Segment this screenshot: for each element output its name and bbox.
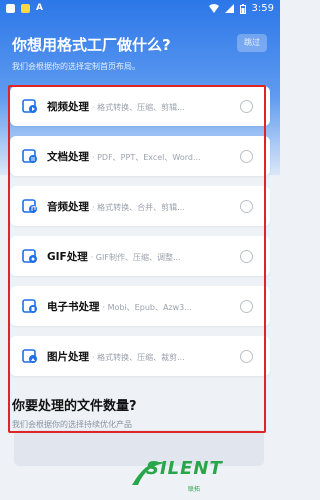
- option-audio[interactable]: 音频处理 · 格式转换、合并、剪辑...: [10, 186, 270, 226]
- option-ebook-radio[interactable]: [240, 300, 253, 313]
- wifi-icon: [208, 4, 219, 13]
- page-subtitle: 我们会根据你的选择定制首页布局。: [12, 62, 140, 71]
- gif-icon: [22, 249, 37, 263]
- watermark-subtext: 联拓: [188, 486, 201, 493]
- a-icon: A: [36, 3, 43, 13]
- option-audio-radio[interactable]: [240, 200, 253, 213]
- option-document-label: 文档处理: [47, 151, 89, 163]
- app-icon: [21, 4, 30, 13]
- question2-title: 你要处理的文件数量?: [12, 399, 137, 414]
- ebook-icon: [22, 299, 37, 313]
- option-image-label: 图片处理: [47, 351, 89, 363]
- option-gif-desc: · GIF制作、压缩、调整...: [90, 253, 181, 262]
- option-image[interactable]: 图片处理 · 格式转换、压缩、裁剪...: [10, 336, 270, 376]
- option-gif-radio[interactable]: [240, 250, 253, 263]
- option-audio-desc: · 格式转换、合并、剪辑...: [92, 203, 185, 212]
- document-icon: [22, 149, 37, 163]
- option-image-desc: · 格式转换、压缩、裁剪...: [92, 353, 185, 362]
- option-video-desc: · 格式转换、压缩、剪辑...: [92, 103, 185, 112]
- status-bar: A 3:59: [0, 0, 280, 18]
- watermark-logo: SILENT 联拓: [118, 455, 238, 495]
- option-video-radio[interactable]: [240, 100, 253, 113]
- video-icon: [22, 99, 37, 113]
- signal-icon: [224, 4, 234, 13]
- watermark-text: SILENT: [146, 458, 223, 479]
- option-document[interactable]: 文档处理 · PDF、PPT、Excel、Word...: [10, 136, 270, 176]
- option-audio-label: 音频处理: [47, 201, 89, 213]
- option-gif[interactable]: GIF处理 · GIF制作、压缩、调整...: [10, 236, 270, 276]
- option-video[interactable]: 视频处理 · 格式转换、压缩、剪辑...: [10, 86, 270, 126]
- question2-subtitle: 我们会根据你的选择持续优化产品: [12, 420, 132, 429]
- skip-button[interactable]: 跳过: [237, 34, 267, 52]
- page-title: 你想用格式工厂做什么?: [12, 36, 171, 54]
- option-image-radio[interactable]: [240, 350, 253, 363]
- image-icon: [22, 349, 37, 363]
- notification-icon: [6, 4, 15, 13]
- option-gif-label: GIF处理: [47, 251, 88, 263]
- option-ebook-label: 电子书处理: [47, 301, 100, 313]
- clock: 3:59: [251, 3, 274, 14]
- battery-icon: [239, 3, 246, 14]
- option-ebook-desc: · Mobi、Epub、Azw3...: [102, 303, 192, 312]
- option-list: 视频处理 · 格式转换、压缩、剪辑... 文档处理 · PDF、PPT、Excel、…: [10, 86, 270, 386]
- option-video-label: 视频处理: [47, 101, 89, 113]
- option-ebook[interactable]: 电子书处理 · Mobi、Epub、Azw3...: [10, 286, 270, 326]
- audio-icon: [22, 199, 37, 213]
- option-document-desc: · PDF、PPT、Excel、Word...: [92, 153, 201, 162]
- option-document-radio[interactable]: [240, 150, 253, 163]
